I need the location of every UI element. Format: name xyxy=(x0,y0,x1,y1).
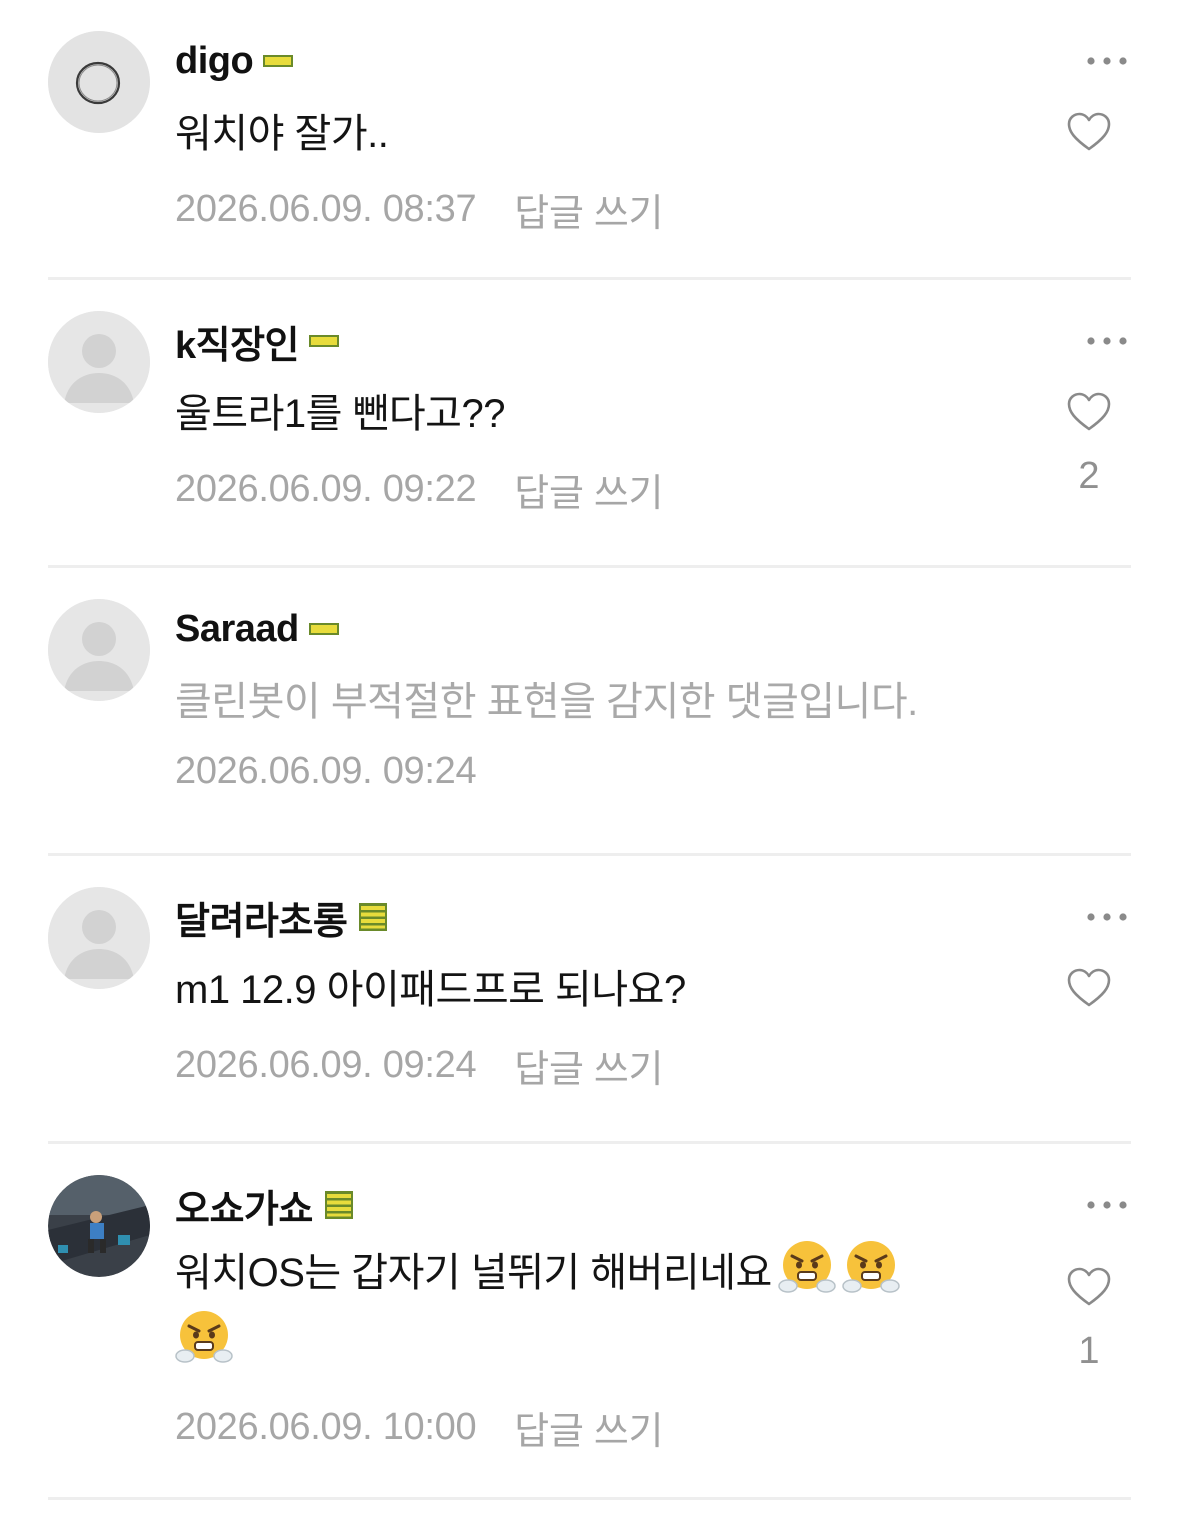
nickname[interactable]: 달려라초롱 xyxy=(175,890,348,945)
default-avatar-icon xyxy=(48,311,150,413)
grade-4-icon xyxy=(357,901,389,933)
comment-time: 2026.06.09. 09:22 xyxy=(175,468,477,510)
filtered-comment-text: 클린봇이 부적절한 표현을 감지한 댓글입니다. xyxy=(175,680,918,724)
more-options-icon[interactable] xyxy=(1085,900,1129,934)
like-button[interactable] xyxy=(1065,112,1113,176)
comment-header: Saraad xyxy=(175,606,339,652)
comment-time: 2026.06.09. 08:37 xyxy=(175,188,477,230)
like-button[interactable]: 2 xyxy=(1065,392,1113,496)
avatar[interactable] xyxy=(48,31,150,133)
default-avatar-icon xyxy=(48,599,150,701)
comment-item: digo 워치야 잘가.. 2026.06.09. 08:37 답글 쓰기 xyxy=(48,0,1131,280)
more-options-icon[interactable] xyxy=(1085,44,1129,78)
grade-1-icon xyxy=(309,334,340,348)
nickname[interactable]: 오쇼가쇼 xyxy=(175,1178,313,1233)
like-count: 2 xyxy=(1078,455,1100,497)
heart-icon xyxy=(1067,112,1111,151)
like-button[interactable] xyxy=(1065,968,1113,1032)
heart-icon xyxy=(1067,1267,1111,1306)
comment-text: 울트라1를 뺀다고?? xyxy=(175,392,505,436)
comment-header: digo xyxy=(175,38,294,84)
comment-header: 오쇼가쇼 xyxy=(175,1182,355,1231)
reply-button[interactable]: 답글 쓰기 xyxy=(514,1038,663,1093)
comment-item: Saraad 클린봇이 부적절한 표현을 감지한 댓글입니다. 2026.06.… xyxy=(48,568,1131,856)
grade-4-icon xyxy=(323,1189,355,1221)
avatar[interactable] xyxy=(48,887,150,989)
comment-item: 오쇼가쇼 워치OS는 갑자기 널뛰기 해버리네요 1 2026.06.09. 1… xyxy=(48,1144,1131,1500)
comment-time: 2026.06.09. 09:24 xyxy=(175,1044,477,1086)
photo-avatar-icon xyxy=(48,1175,150,1277)
comment-meta: 2026.06.09. 09:24 xyxy=(175,750,477,793)
heart-icon xyxy=(1067,392,1111,431)
avatar[interactable] xyxy=(48,311,150,413)
nickname[interactable]: Saraad xyxy=(175,608,299,651)
comment-header: 달려라초롱 xyxy=(175,894,389,943)
grade-1-icon xyxy=(308,622,339,636)
ring-avatar-icon xyxy=(48,31,150,133)
heart-icon xyxy=(1067,968,1111,1007)
comment-text: 워치야 잘가.. xyxy=(175,112,389,156)
comment-item: 달려라초롱 m1 12.9 아이패드프로 되나요? 2026.06.09. 09… xyxy=(48,856,1131,1144)
huffing-face-emoji xyxy=(842,1238,900,1296)
comment-text: m1 12.9 아이패드프로 되나요? xyxy=(175,968,686,1012)
more-options-icon[interactable] xyxy=(1085,324,1129,358)
avatar[interactable] xyxy=(48,1175,150,1277)
reply-button[interactable]: 답글 쓰기 xyxy=(514,462,663,517)
grade-1-icon xyxy=(263,54,294,68)
huffing-face-emoji xyxy=(778,1238,836,1296)
default-avatar-icon xyxy=(48,887,150,989)
comment-text-body: 워치OS는 갑자기 널뛰기 해버리네요 xyxy=(175,1251,772,1295)
comment-time: 2026.06.09. 09:24 xyxy=(175,750,477,792)
reply-button[interactable]: 답글 쓰기 xyxy=(514,182,663,237)
like-button[interactable]: 1 xyxy=(1065,1267,1113,1371)
comment-meta: 2026.06.09. 10:00 답글 쓰기 xyxy=(175,1400,664,1455)
huffing-face-emoji xyxy=(175,1308,233,1366)
comment-time: 2026.06.09. 10:00 xyxy=(175,1406,477,1448)
avatar[interactable] xyxy=(48,599,150,701)
nickname[interactable]: digo xyxy=(175,40,254,83)
comment-meta: 2026.06.09. 08:37 답글 쓰기 xyxy=(175,182,664,237)
more-options-icon[interactable] xyxy=(1085,1188,1129,1222)
nickname[interactable]: k직장인 xyxy=(175,314,300,369)
comment-meta: 2026.06.09. 09:24 답글 쓰기 xyxy=(175,1038,664,1093)
comment-header: k직장인 xyxy=(175,318,340,367)
reply-button[interactable]: 답글 쓰기 xyxy=(514,1400,663,1455)
comment-meta: 2026.06.09. 09:22 답글 쓰기 xyxy=(175,462,664,517)
comment-text: 워치OS는 갑자기 널뛰기 해버리네요 xyxy=(175,1238,995,1378)
comment-item: k직장인 울트라1를 뺀다고?? 2 2026.06.09. 09:22 답글 … xyxy=(48,280,1131,568)
like-count: 1 xyxy=(1078,1330,1100,1372)
comment-list: digo 워치야 잘가.. 2026.06.09. 08:37 답글 쓰기 k직… xyxy=(0,0,1179,1500)
